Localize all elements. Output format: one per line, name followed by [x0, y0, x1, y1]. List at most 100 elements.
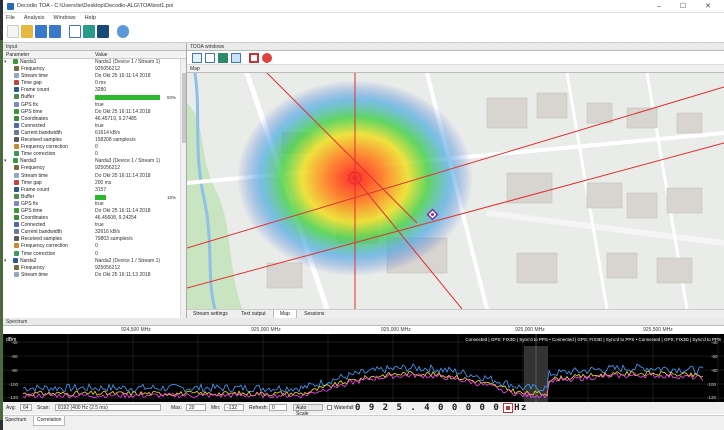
- spectrum-plot[interactable]: dBm Connected | GPS: FIX3D | Sync'd to P…: [2, 334, 724, 402]
- maximize-button[interactable]: ☐: [675, 2, 691, 11]
- property-value: 32616 kB/s: [95, 229, 121, 236]
- property-icon: [14, 250, 19, 256]
- property-value: Do Okt 25 16:11:14 2018: [95, 108, 151, 115]
- waterfall-checkbox[interactable]: [327, 405, 332, 410]
- auto-scale-button[interactable]: Auto Scale: [293, 404, 323, 417]
- device-group-row[interactable]: ▾ Narda2 Narda2 (Device 1 / Stream 1): [3, 257, 186, 265]
- property-icon: [14, 243, 19, 249]
- property-row[interactable]: Stream time Do Okt 25 16:11:14 2018: [3, 73, 186, 80]
- stop-icon[interactable]: [503, 403, 513, 413]
- tab-sessions[interactable]: Sessions: [298, 310, 330, 318]
- property-row[interactable]: Frame count 3280: [3, 87, 186, 94]
- menu-windows[interactable]: Windows: [53, 15, 75, 21]
- list-view-icon[interactable]: [192, 53, 202, 63]
- tile-icon[interactable]: [83, 25, 95, 38]
- property-value: true: [95, 222, 104, 229]
- buffer-progress-bar: [95, 194, 106, 200]
- tab-correlation[interactable]: Correlation: [33, 416, 66, 426]
- property-name-text: Time correction: [21, 151, 56, 158]
- property-value: 0 ms: [95, 80, 106, 87]
- property-value: Narda1 (Device 1 / Stream 1): [95, 59, 161, 65]
- property-row[interactable]: Frequency correction 0: [3, 243, 186, 250]
- property-row[interactable]: Received samples 158208 samples/s: [3, 137, 186, 144]
- property-name-text: Frequency: [21, 165, 45, 172]
- property-row[interactable]: Connected true: [3, 222, 186, 229]
- input-panel-scrollbar[interactable]: [180, 59, 186, 318]
- spectrum-panel: Spectrum 924,500 MHz 925,000 MHz 925,000…: [2, 318, 724, 430]
- property-row[interactable]: Connected true: [3, 122, 186, 130]
- refresh-input[interactable]: 0: [269, 404, 287, 411]
- y-tick-right: -40: [711, 340, 718, 345]
- property-row[interactable]: Stream time Do Okt 25 16:11:13 2018: [3, 271, 186, 279]
- layout-icon[interactable]: [69, 25, 81, 38]
- property-value: Do Okt 25 16:11:14 2018: [95, 73, 151, 80]
- toolbar: [3, 22, 724, 43]
- property-row[interactable]: Buffer 15%: [3, 193, 186, 201]
- property-row[interactable]: Time correction 0: [3, 151, 186, 158]
- property-icon: [14, 165, 19, 171]
- device-group-row[interactable]: ▾ Narda3 Narda3 (Device 1 / Stream 1): [3, 158, 186, 165]
- record-cancel-icon[interactable]: [262, 53, 272, 63]
- map-view[interactable]: [187, 73, 724, 309]
- open-folder-icon[interactable]: [21, 25, 33, 38]
- property-grid: ▾ Narda1 Narda1 (Device 1 / Stream 1) Frequ…: [3, 59, 186, 279]
- property-row[interactable]: Current bandwidth 32616 kB/s: [3, 229, 186, 236]
- property-row[interactable]: GPS fix true: [3, 101, 186, 109]
- property-icon: [14, 172, 19, 178]
- network-icon[interactable]: [117, 25, 129, 38]
- waveform-icon[interactable]: [205, 53, 215, 63]
- property-row[interactable]: Buffer 93%: [3, 94, 186, 101]
- save-as-icon[interactable]: [49, 25, 61, 38]
- close-button[interactable]: ✕: [700, 2, 716, 11]
- split-view-icon[interactable]: [231, 53, 241, 63]
- property-name: GPS fix: [14, 101, 94, 109]
- property-row[interactable]: Frequency 925056212: [3, 165, 186, 172]
- new-file-icon[interactable]: [7, 25, 19, 38]
- property-row[interactable]: GPS fix true: [3, 200, 186, 208]
- property-name-text: Time gap: [21, 80, 42, 87]
- menu-analysis[interactable]: Analysis: [24, 15, 44, 21]
- property-value: 46.45608, 9.24254: [95, 215, 137, 222]
- property-name-text: Stream time: [21, 73, 48, 80]
- property-name: Current bandwidth: [14, 229, 94, 236]
- property-row[interactable]: Coordinates 46.45608, 9.24254: [3, 215, 186, 222]
- scan-select[interactable]: 8192 (400 Hz (2.5 ms): [55, 404, 161, 411]
- expand-chevron-icon[interactable]: ▾: [4, 158, 7, 165]
- save-icon[interactable]: [35, 25, 47, 38]
- property-row[interactable]: Frame count 3157: [3, 186, 186, 194]
- min-input[interactable]: -132: [224, 404, 244, 411]
- menu-help[interactable]: Help: [85, 15, 96, 21]
- stop-icon[interactable]: [249, 53, 259, 63]
- property-row[interactable]: Frequency 925056212: [3, 66, 186, 73]
- property-row[interactable]: Time gap 0 ms: [3, 80, 186, 87]
- avg-input[interactable]: 64: [20, 404, 32, 411]
- property-row[interactable]: Received samples 79803 samples/s: [3, 236, 186, 243]
- property-row[interactable]: GPS time Do Okt 25 16:11:14 2018: [3, 108, 186, 116]
- value-column-header: Value: [95, 52, 108, 58]
- monitor-icon[interactable]: [97, 25, 109, 38]
- minimize-button[interactable]: –: [651, 2, 667, 11]
- max-input[interactable]: 20: [186, 404, 206, 411]
- property-row[interactable]: Frequency 925056212: [3, 264, 186, 272]
- property-row[interactable]: Time correction 0: [3, 250, 186, 258]
- menu-file[interactable]: File: [6, 15, 15, 21]
- scrollbar-thumb[interactable]: [182, 73, 186, 143]
- tab-spectrum[interactable]: Spectrum: [5, 416, 26, 425]
- expand-chevron-icon[interactable]: ▾: [4, 258, 7, 265]
- tab-text-output[interactable]: Text output: [235, 310, 271, 318]
- property-row[interactable]: Stream time Do Okt 25 16:11:14 2018: [3, 172, 186, 180]
- device-group-row[interactable]: ▾ Narda1 Narda1 (Device 1 / Stream 1): [3, 59, 186, 66]
- property-row[interactable]: GPS time Do Okt 25 16:11:14 2018: [3, 207, 186, 215]
- property-row[interactable]: Coordinates 46.45719, 9.27485: [3, 115, 186, 123]
- property-name: Time gap: [14, 179, 94, 187]
- property-name-text: Received samples: [21, 137, 62, 144]
- property-row[interactable]: Time gap 200 ms: [3, 179, 186, 187]
- waterfall-label: Waterfall: [334, 405, 354, 411]
- tab-stream-settings[interactable]: Stream settings: [187, 310, 234, 318]
- property-name: Frame count: [14, 186, 94, 194]
- property-row[interactable]: Frequency correction 0: [3, 144, 186, 151]
- map-view-icon[interactable]: [218, 53, 228, 63]
- property-name-text: Connected: [21, 222, 46, 229]
- property-row[interactable]: Current bandwidth 61614 kB/s: [3, 129, 186, 137]
- expand-chevron-icon[interactable]: ▾: [4, 59, 7, 66]
